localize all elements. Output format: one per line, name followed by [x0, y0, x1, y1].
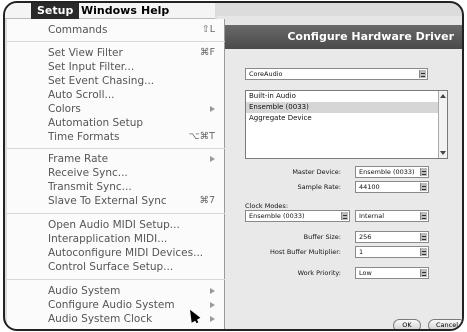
menu-item-label: Interapplication MIDI...	[48, 233, 168, 245]
menu-item-set-view-filter[interactable]: Set View Filter ⌘F	[7, 46, 225, 60]
menu-item-set-input-filter[interactable]: Set Input Filter...	[7, 60, 225, 74]
menu-item-label: Control Surface Setup...	[48, 261, 174, 273]
menu-item-label: Set View Filter	[48, 47, 123, 59]
screen-frame: Configure Hardware Driver CoreAudio Buil…	[3, 1, 464, 331]
menu-separator	[7, 213, 225, 214]
menu-bar: Setup Windows Help	[5, 3, 215, 19]
menu-item-auto-scroll[interactable]: Auto Scroll...	[7, 88, 225, 102]
shortcut: ⌥⌘T	[188, 131, 215, 142]
list-item[interactable]: Ensemble (0033)	[246, 102, 447, 113]
clock-mode-select[interactable]: Internal	[355, 210, 429, 222]
menu-setup[interactable]: Setup	[31, 3, 80, 19]
menu-item-automation-setup[interactable]: Automation Setup	[7, 116, 225, 130]
dropdown-arrow-icon	[420, 212, 427, 220]
work-priority-select[interactable]: Low	[355, 267, 429, 279]
menu-item-set-event-chasing[interactable]: Set Event Chasing...	[7, 74, 225, 88]
menu-item-label: Slave To External Sync	[48, 195, 167, 207]
master-device-label: Master Device:	[292, 168, 341, 176]
menu-help[interactable]: Help	[135, 3, 175, 19]
menu-item-commands[interactable]: Commands ⇧L	[7, 23, 225, 37]
dropdown-arrow-icon	[420, 183, 427, 191]
sample-rate-label: Sample Rate:	[297, 183, 341, 191]
dropdown-arrow-icon	[341, 212, 348, 220]
menu-separator	[7, 279, 225, 280]
menu-item-label: Auto Scroll...	[48, 89, 115, 101]
menu-item-label: Commands	[48, 24, 108, 36]
buffer-size-value: 256	[359, 233, 372, 241]
submenu-arrow-icon	[210, 302, 215, 308]
configure-hardware-driver-window: Configure Hardware Driver CoreAudio Buil…	[217, 16, 462, 329]
cancel-button[interactable]: Cancel	[428, 319, 462, 329]
menu-item-transmit-sync[interactable]: Transmit Sync...	[7, 180, 225, 194]
menu-item-audio-system[interactable]: Audio System	[7, 284, 225, 298]
submenu-arrow-icon	[210, 316, 215, 322]
menu-item-label: Audio System Clock	[48, 313, 153, 325]
shortcut: ⌘F	[200, 47, 215, 58]
work-priority-label: Work Priority:	[297, 269, 341, 277]
menu-item-open-audio-midi-setup[interactable]: Open Audio MIDI Setup...	[7, 218, 225, 232]
driver-select[interactable]: CoreAudio	[245, 68, 428, 80]
menu-item-interapplication-midi[interactable]: Interapplication MIDI...	[7, 232, 225, 246]
device-list[interactable]: Built-in Audio Ensemble (0033) Aggregate…	[245, 90, 448, 159]
menu-separator	[7, 41, 225, 42]
menu-item-label: Open Audio MIDI Setup...	[48, 219, 180, 231]
dropdown-arrow-icon	[419, 70, 426, 78]
master-device-value: Ensemble (0033)	[359, 168, 415, 176]
buffer-multiplier-value: 1	[359, 248, 364, 256]
clock-device-select[interactable]: Ensemble (0033)	[245, 210, 350, 222]
list-item[interactable]: Aggregate Device	[246, 113, 447, 124]
submenu-arrow-icon	[210, 156, 215, 162]
menu-item-frame-rate[interactable]: Frame Rate	[7, 152, 225, 166]
list-scrollbar[interactable]	[438, 91, 447, 158]
shortcut: ⌘7	[199, 195, 215, 206]
submenu-arrow-icon	[210, 106, 215, 112]
menu-item-label: Set Event Chasing...	[48, 75, 155, 87]
submenu-arrow-icon	[210, 288, 215, 294]
buffer-size-label: Buffer Size:	[303, 233, 341, 241]
sample-rate-value: 44100	[359, 183, 380, 191]
buffer-size-select[interactable]: 256	[355, 231, 429, 243]
menu-item-label: Autoconfigure MIDI Devices...	[48, 247, 204, 259]
scroll-up-icon[interactable]	[440, 94, 446, 98]
menu-windows[interactable]: Windows	[75, 3, 143, 19]
list-item[interactable]: Built-in Audio	[246, 91, 447, 102]
dropdown-arrow-icon	[420, 248, 427, 256]
menu-item-label: Audio System	[48, 285, 121, 297]
ok-button[interactable]: OK	[393, 319, 421, 329]
window-title: Configure Hardware Driver	[217, 25, 462, 49]
menu-item-receive-sync[interactable]: Receive Sync...	[7, 166, 225, 180]
menu-item-time-formats[interactable]: Time Formats ⌥⌘T	[7, 130, 225, 144]
menu-item-label: Transmit Sync...	[48, 181, 132, 193]
clock-device-value: Ensemble (0033)	[249, 212, 305, 220]
menu-item-control-surface-setup[interactable]: Control Surface Setup...	[7, 260, 225, 274]
menu-item-label: Set Input Filter...	[48, 61, 135, 73]
dropdown-arrow-icon	[420, 168, 427, 176]
dropdown-arrow-icon	[420, 233, 427, 241]
menu-item-label: Frame Rate	[48, 153, 109, 165]
scroll-down-icon[interactable]	[440, 151, 446, 155]
master-device-select[interactable]: Ensemble (0033)	[355, 166, 429, 178]
setup-menu: Commands ⇧L Set View Filter ⌘F Set Input F…	[7, 19, 225, 329]
menu-item-label: Automation Setup	[48, 117, 144, 129]
dropdown-arrow-icon	[420, 269, 427, 277]
work-priority-value: Low	[359, 269, 372, 277]
menu-separator	[7, 148, 225, 149]
menu-item-label: Colors	[48, 103, 81, 115]
buffer-multiplier-select[interactable]: 1	[355, 246, 429, 258]
window-body: CoreAudio Built-in Audio Ensemble (0033)…	[217, 49, 462, 329]
menu-item-slave-to-external-sync[interactable]: Slave To External Sync ⌘7	[7, 194, 225, 208]
menu-item-label: Receive Sync...	[48, 167, 128, 179]
menu-item-label: Time Formats	[48, 131, 120, 143]
shortcut: ⇧L	[201, 24, 215, 35]
sample-rate-select[interactable]: 44100	[355, 181, 429, 193]
menu-item-label: Configure Audio System	[48, 299, 175, 311]
clock-mode-value: Internal	[359, 212, 385, 220]
driver-select-value: CoreAudio	[249, 70, 283, 78]
buffer-multiplier-label: Host Buffer Multiplier:	[269, 248, 341, 256]
menu-item-colors[interactable]: Colors	[7, 102, 225, 116]
menu-item-autoconfigure-midi-devices[interactable]: Autoconfigure MIDI Devices...	[7, 246, 225, 260]
